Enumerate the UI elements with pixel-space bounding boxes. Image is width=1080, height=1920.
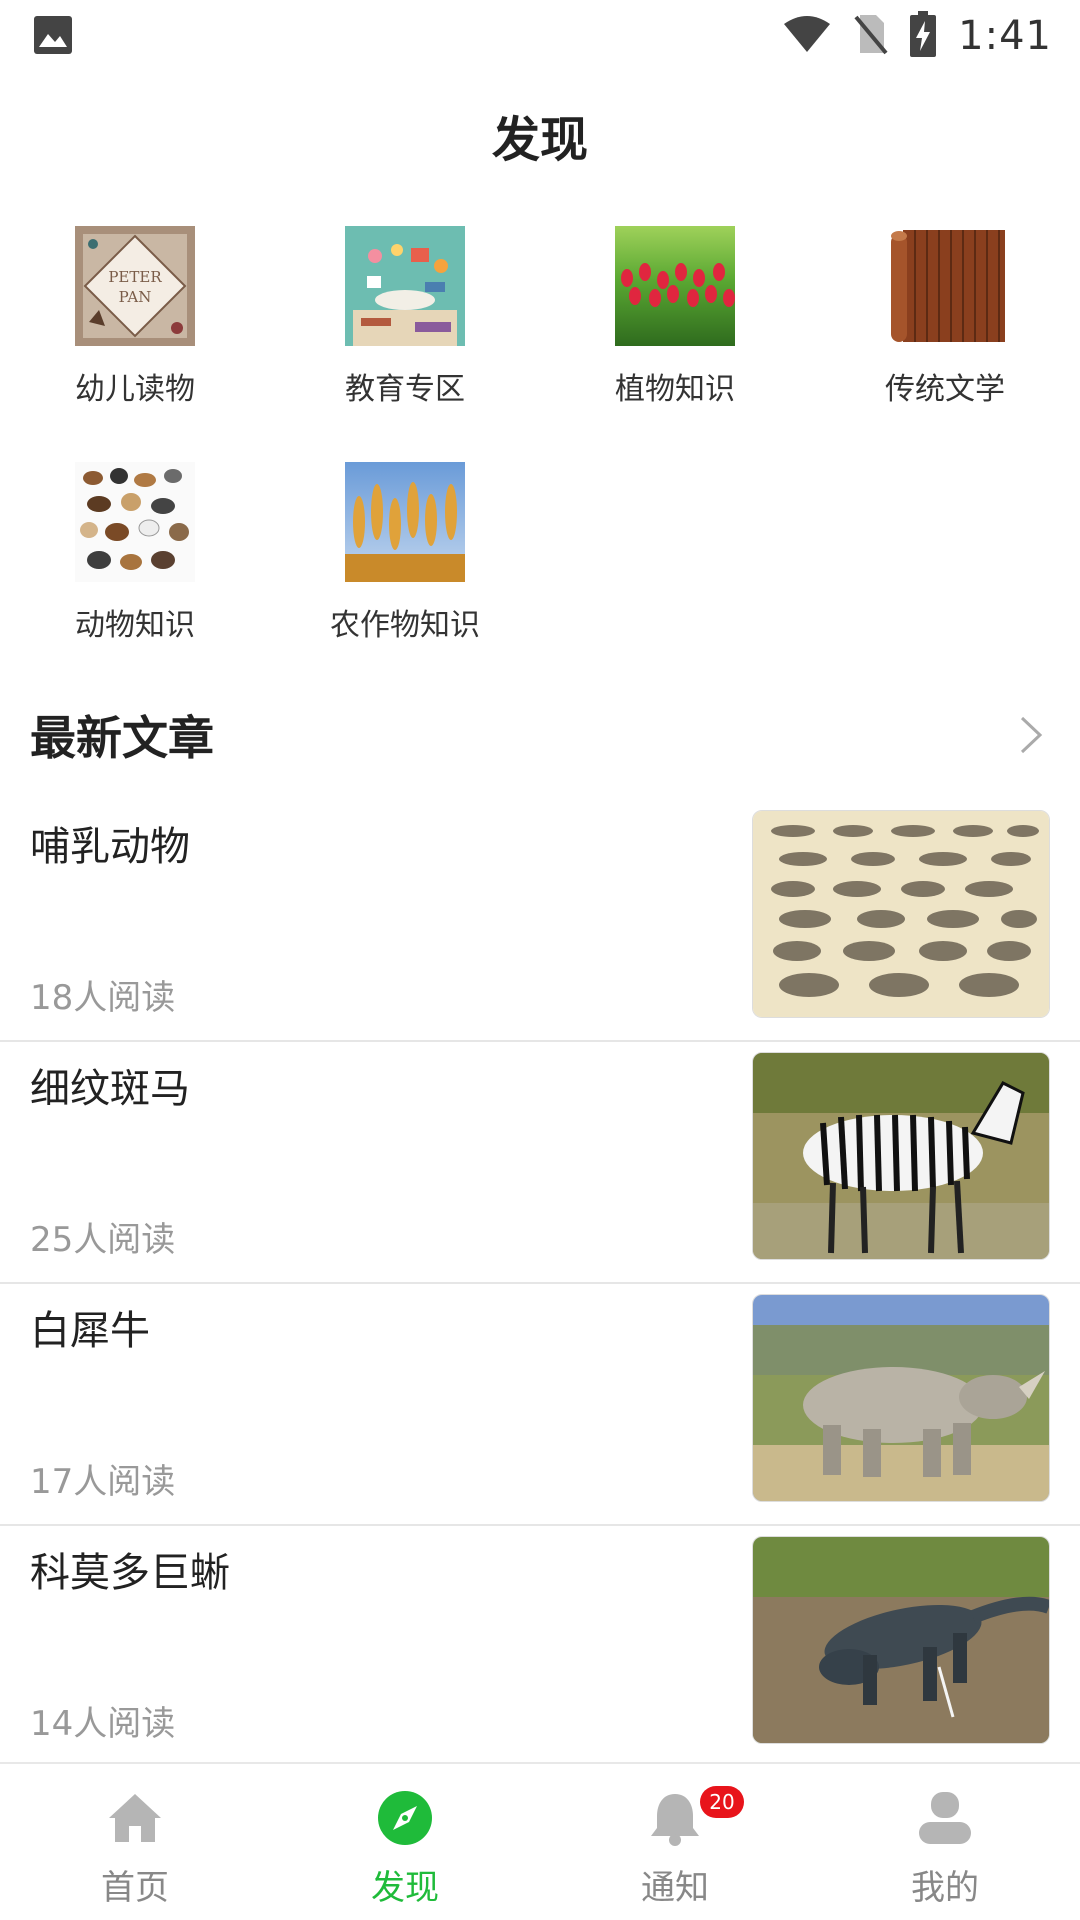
section-title: 最新文章 xyxy=(30,711,214,765)
education-illustration xyxy=(345,226,465,346)
battery-charging-icon xyxy=(910,11,937,61)
komodo-dragon-photo xyxy=(752,1536,1050,1744)
zebra-photo xyxy=(752,1052,1050,1260)
category-label: 农作物知识 xyxy=(330,608,480,643)
article-item[interactable]: 哺乳动物 18人阅读 xyxy=(0,800,1080,1042)
category-traditional-literature[interactable]: 传统文学 xyxy=(810,226,1080,462)
article-item[interactable]: 白犀牛 17人阅读 xyxy=(0,1284,1080,1526)
svg-text:PAN: PAN xyxy=(119,288,152,306)
notification-badge: 20 xyxy=(700,1786,744,1818)
page-title: 发现 xyxy=(491,112,588,168)
peter-pan-book-cover: PETER PAN xyxy=(75,226,195,346)
no-sim-icon xyxy=(854,13,888,59)
article-read-count: 25人阅读 xyxy=(30,1220,176,1260)
category-label: 动物知识 xyxy=(75,608,195,643)
article-title: 哺乳动物 xyxy=(30,824,190,870)
home-icon xyxy=(109,1794,161,1842)
tulip-field-photo xyxy=(615,226,735,346)
category-crops[interactable]: 农作物知识 xyxy=(270,462,540,698)
article-list: 哺乳动物 18人阅读 细纹斑马 25人阅读 白犀牛 17人阅读 科莫多巨蜥 14… xyxy=(0,800,1080,1768)
category-education[interactable]: 教育专区 xyxy=(270,226,540,462)
article-read-count: 14人阅读 xyxy=(30,1704,176,1744)
article-item[interactable]: 科莫多巨蜥 14人阅读 xyxy=(0,1526,1080,1768)
nav-label: 发现 xyxy=(371,1868,439,1908)
nav-label: 首页 xyxy=(101,1868,169,1908)
article-item[interactable]: 细纹斑马 25人阅读 xyxy=(0,1042,1080,1284)
nav-label: 我的 xyxy=(911,1868,979,1908)
category-label: 幼儿读物 xyxy=(75,372,195,407)
bamboo-scroll-photo xyxy=(885,226,1005,346)
nav-home[interactable]: 首页 xyxy=(0,1764,270,1920)
mammal-engraving-chart xyxy=(752,810,1050,1018)
user-icon xyxy=(919,1792,971,1844)
wheat-photo xyxy=(345,462,465,582)
article-title: 细纹斑马 xyxy=(30,1066,190,1112)
article-read-count: 18人阅读 xyxy=(30,978,176,1018)
nav-notifications[interactable]: 20 通知 xyxy=(540,1764,810,1920)
article-title: 科莫多巨蜥 xyxy=(30,1550,230,1596)
category-label: 传统文学 xyxy=(885,372,1005,407)
category-label: 教育专区 xyxy=(345,372,465,407)
category-grid: PETER PAN 幼儿读物 教育专区 植物知识 传统文学 动物知识 农作物知识 xyxy=(0,226,1080,698)
bottom-navigation: 首页 发现 20 通知 我的 xyxy=(0,1762,1080,1920)
animal-collage xyxy=(75,462,195,582)
wifi-icon xyxy=(782,14,832,58)
category-label: 植物知识 xyxy=(615,372,735,407)
category-plants[interactable]: 植物知识 xyxy=(540,226,810,462)
image-icon xyxy=(32,14,74,56)
svg-text:PETER: PETER xyxy=(108,268,162,286)
nav-me[interactable]: 我的 xyxy=(810,1764,1080,1920)
category-animals[interactable]: 动物知识 xyxy=(0,462,270,698)
status-time: 1:41 xyxy=(958,13,1052,59)
article-title: 白犀牛 xyxy=(30,1308,150,1354)
category-children-reading[interactable]: PETER PAN 幼儿读物 xyxy=(0,226,270,462)
status-bar: 1:41 xyxy=(0,0,1080,72)
nav-discover[interactable]: 发现 xyxy=(270,1764,540,1920)
white-rhino-photo xyxy=(752,1294,1050,1502)
compass-icon xyxy=(378,1791,432,1845)
nav-label: 通知 xyxy=(641,1868,709,1908)
latest-articles-header[interactable]: 最新文章 xyxy=(30,700,1050,770)
chevron-right-icon[interactable] xyxy=(1010,710,1050,760)
bell-icon xyxy=(651,1794,699,1846)
article-read-count: 17人阅读 xyxy=(30,1462,176,1502)
